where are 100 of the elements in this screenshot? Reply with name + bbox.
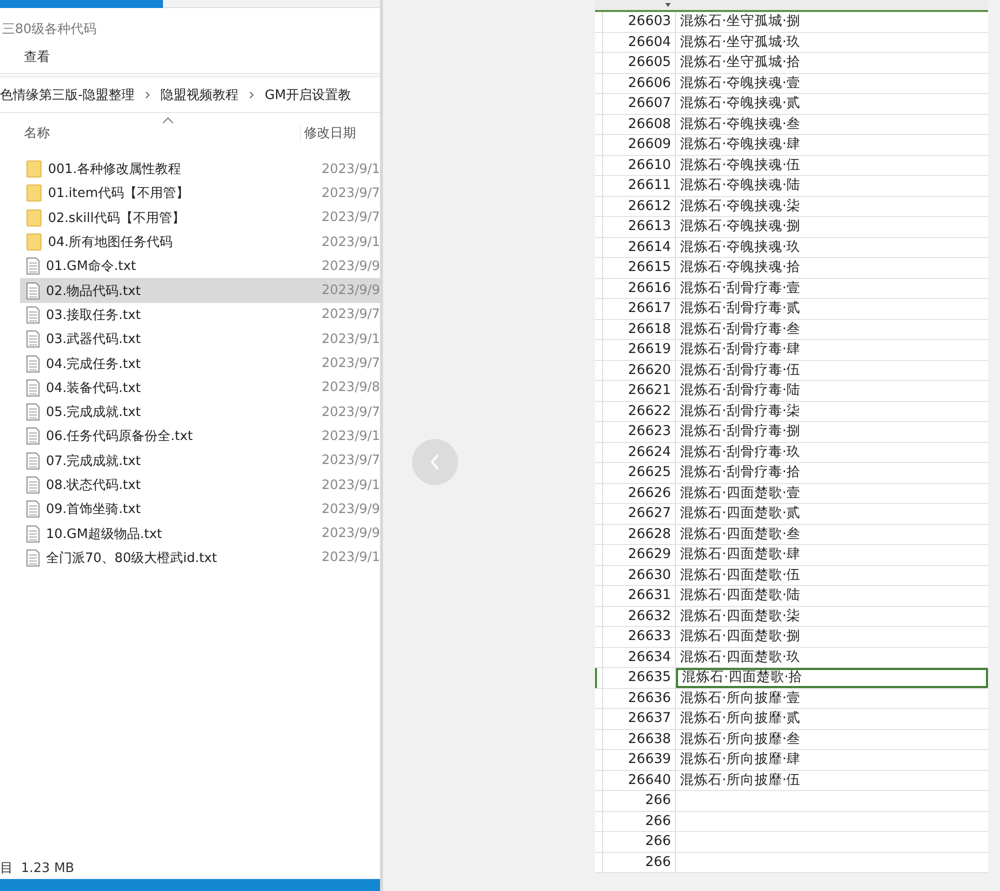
- file-name: 01.GM命令.txt: [46, 258, 136, 276]
- name-cell[interactable]: 混炼石·夺魄挟魂·叁: [676, 114, 988, 134]
- folder-icon: [26, 208, 42, 227]
- name-cell[interactable]: 混炼石·刮骨疗毒·伍: [676, 360, 988, 380]
- id-cell: 26615: [603, 258, 676, 278]
- id-cell: 26638: [603, 730, 676, 749]
- id-cell: 266: [603, 852, 676, 872]
- name-cell[interactable]: 混炼石·所向披靡·叁: [676, 730, 988, 749]
- name-cell[interactable]: 混炼石·夺魄挟魂·伍: [676, 156, 988, 175]
- name-cell[interactable]: 混炼石·夺魄挟魂·贰: [676, 94, 988, 114]
- ribbon-menu[interactable]: 查看: [24, 48, 50, 73]
- id-cell: 26603: [603, 12, 676, 32]
- name-cell[interactable]: 混炼石·四面楚歌·柒: [676, 606, 988, 626]
- name-cell[interactable]: 混炼石·四面楚歌·陆: [676, 586, 988, 606]
- file-row[interactable]: 01.item代码【不用管】 2023/9/7: [20, 181, 380, 206]
- file-date: 2023/9/8: [322, 380, 380, 396]
- name-cell[interactable]: 混炼石·刮骨疗毒·柒: [676, 402, 988, 421]
- id-cell: 26617: [603, 299, 676, 318]
- breadcrumb-item[interactable]: 隐盟视频教程: [160, 86, 239, 104]
- name-cell[interactable]: 混炼石·四面楚歌·贰: [676, 504, 988, 524]
- name-cell[interactable]: 混炼石·夺魄挟魂·玖: [676, 238, 988, 257]
- name-cell[interactable]: 混炼石·刮骨疗毒·玖: [676, 442, 988, 462]
- text-file-icon: [26, 476, 40, 494]
- name-cell[interactable]: 混炼石·刮骨疗毒·贰: [676, 299, 988, 318]
- file-name: 001.各种修改属性教程: [48, 161, 181, 178]
- file-row[interactable]: 全门派70、80级大橙武id.txt 2023/9/1: [20, 546, 380, 570]
- name-cell[interactable]: 混炼石·夺魄挟魂·肆: [676, 135, 988, 154]
- file-row[interactable]: 09.首饰坐骑.txt 2023/9/9: [20, 497, 380, 522]
- name-cell[interactable]: 混炼石·所向披靡·壹: [676, 688, 988, 708]
- id-cell: 26627: [603, 504, 676, 524]
- folder-icon: [26, 184, 42, 202]
- name-cell[interactable]: 混炼石·四面楚歌·肆: [676, 545, 988, 564]
- name-cell[interactable]: 混炼石·所向披靡·肆: [676, 750, 988, 770]
- id-cell: 26637: [603, 709, 676, 728]
- file-row[interactable]: 04.所有地图任务代码 2023/9/1: [20, 230, 380, 254]
- id-cell: 26628: [603, 524, 676, 544]
- filter-dropdown-icon[interactable]: [664, 3, 672, 7]
- file-date: 2023/9/7: [322, 307, 380, 322]
- text-file-icon: [26, 427, 40, 446]
- name-cell[interactable]: 混炼石·刮骨疗毒·肆: [676, 340, 988, 360]
- file-row[interactable]: 04.装备代码.txt 2023/9/8: [20, 376, 380, 400]
- name-cell[interactable]: 混炼石·所向披靡·伍: [676, 770, 988, 790]
- breadcrumb-item[interactable]: 色情缘第三版-隐盟整理: [0, 86, 135, 104]
- chevron-right-icon: [144, 91, 151, 99]
- file-row[interactable]: 02.skill代码【不用管】 2023/9/7: [20, 206, 380, 230]
- name-cell[interactable]: 混炼石·所向披靡·贰: [676, 709, 988, 728]
- previous-button[interactable]: [412, 438, 458, 484]
- id-cell: 26631: [603, 586, 676, 606]
- id-cell: 266: [603, 812, 676, 831]
- name-cell[interactable]: 混炼石·坐守孤城·拾: [676, 53, 988, 72]
- file-row[interactable]: 01.GM命令.txt 2023/9/9: [20, 254, 380, 278]
- name-cell[interactable]: 混炼石·四面楚歌·叁: [676, 524, 988, 544]
- file-row[interactable]: 04.完成任务.txt 2023/9/7: [20, 351, 380, 376]
- tab[interactable]: [163, 0, 380, 8]
- status-text: 目: [0, 860, 13, 877]
- id-cell: 26609: [603, 135, 676, 154]
- text-file-icon: [26, 548, 40, 567]
- name-cell[interactable]: 混炼石·刮骨疗毒·壹: [676, 278, 988, 298]
- file-row[interactable]: 06.任务代码原备份全.txt 2023/9/1: [20, 424, 380, 449]
- name-cell[interactable]: 混炼石·四面楚歌·壹: [676, 484, 988, 503]
- file-row[interactable]: 03.接取任务.txt 2023/9/7: [20, 302, 380, 328]
- file-row[interactable]: 03.武器代码.txt 2023/9/1: [20, 327, 380, 352]
- id-cell: 26626: [603, 484, 676, 503]
- file-name: 02.skill代码【不用管】: [48, 210, 185, 227]
- column-header[interactable]: 名称: [0, 124, 300, 142]
- name-cell[interactable]: 混炼石·夺魄挟魂·拾: [676, 258, 988, 278]
- file-row[interactable]: 07.完成成就.txt 2023/9/7: [20, 448, 380, 473]
- text-file-icon: [26, 330, 40, 348]
- name-cell[interactable]: 混炼石·刮骨疗毒·捌: [676, 422, 988, 442]
- id-cell: 26630: [603, 566, 676, 585]
- file-row[interactable]: 10.GM超级物品.txt 2023/9/9: [20, 521, 380, 546]
- id-cell: 26640: [603, 770, 676, 790]
- name-cell[interactable]: 混炼石·四面楚歌·伍: [676, 566, 988, 585]
- id-cell: 26622: [603, 402, 676, 421]
- name-cell[interactable]: 混炼石·刮骨疗毒·拾: [676, 463, 988, 482]
- name-cell[interactable]: 混炼石·坐守孤城·玖: [676, 32, 988, 52]
- name-cell[interactable]: 混炼石·四面楚歌·玖: [676, 648, 988, 667]
- active-tab[interactable]: [0, 0, 163, 8]
- file-row[interactable]: 001.各种修改属性教程 2023/9/1: [20, 157, 380, 182]
- name-cell[interactable]: 混炼石·夺魄挟魂·陆: [676, 176, 988, 196]
- file-date: 2023/9/9: [322, 526, 380, 542]
- name-cell[interactable]: 混炼石·四面楚歌·拾: [676, 668, 988, 688]
- file-date: 2023/9/9: [322, 283, 380, 298]
- name-cell[interactable]: 混炼石·夺魄挟魂·壹: [676, 74, 988, 93]
- name-cell[interactable]: 混炼石·夺魄挟魂·柒: [676, 196, 988, 216]
- name-cell[interactable]: 混炼石·四面楚歌·捌: [676, 627, 988, 646]
- breadcrumb-item[interactable]: GM开启设置教: [264, 86, 351, 104]
- file-name: 10.GM超级物品.txt: [46, 526, 162, 543]
- name-cell[interactable]: 混炼石·夺魄挟魂·捌: [676, 217, 988, 236]
- name-cell[interactable]: 混炼石·坐守孤城·捌: [676, 12, 988, 32]
- file-row[interactable]: 05.完成成就.txt 2023/9/7: [20, 400, 380, 424]
- column-header[interactable]: 修改日期: [300, 124, 356, 142]
- name-cell[interactable]: 混炼石·刮骨疗毒·叁: [676, 320, 988, 339]
- file-row[interactable]: 08.状态代码.txt 2023/9/1: [20, 472, 380, 498]
- id-cell: 26625: [603, 463, 676, 482]
- name-cell[interactable]: 混炼石·刮骨疗毒·陆: [676, 381, 988, 400]
- file-row[interactable]: 02.物品代码.txt 2023/9/9: [20, 278, 380, 303]
- status-text: 1.23 MB: [21, 860, 74, 876]
- id-cell: 26612: [603, 196, 676, 216]
- text-file-icon: [26, 282, 40, 300]
